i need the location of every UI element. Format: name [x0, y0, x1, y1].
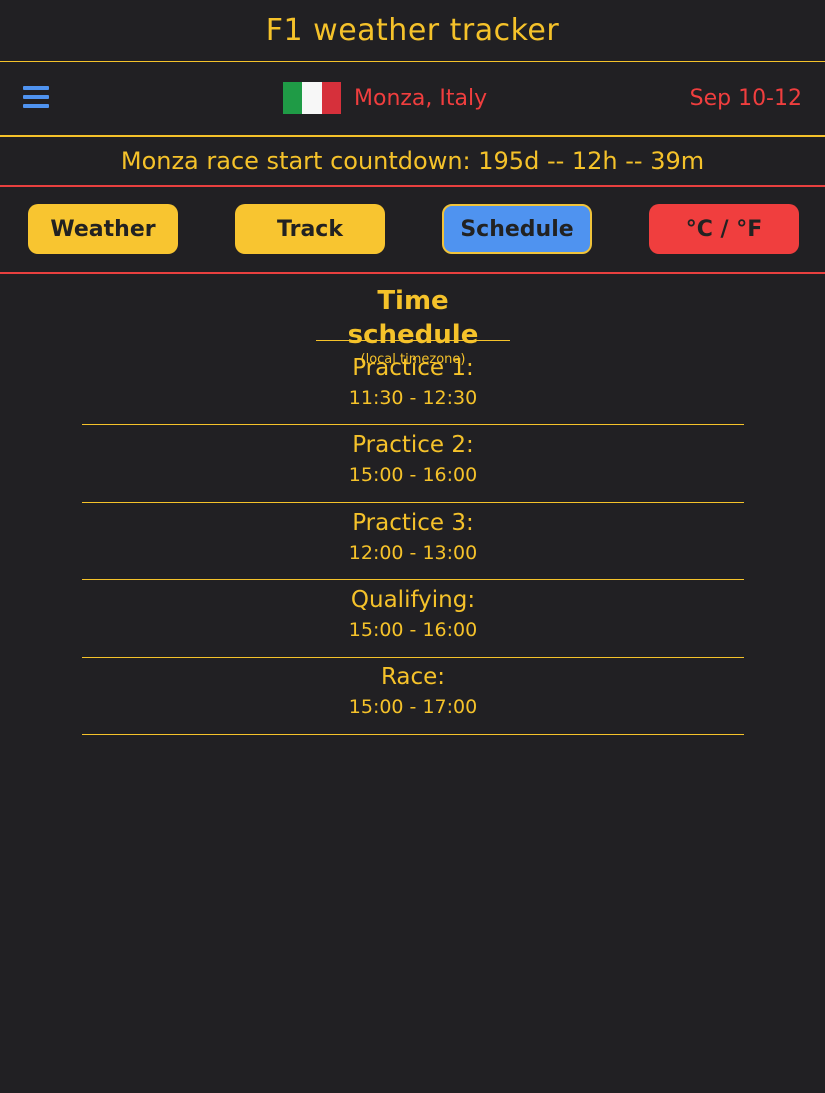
session-row: Race: 15:00 - 17:00: [82, 663, 744, 735]
location-name: Monza, Italy: [354, 85, 488, 111]
session-name: Race:: [380, 664, 446, 690]
session-name: Practice 1:: [352, 355, 474, 381]
session-row: Qualifying: 15:00 - 16:00: [82, 586, 744, 658]
session-row: Practice 2: 15:00 - 16:00: [82, 431, 744, 503]
title-bar: F1 weather tracker: [0, 0, 825, 62]
countdown-bar: Monza race start countdown: 195d -- 12h …: [0, 137, 825, 187]
session-row: Practice 3: 12:00 - 13:00: [82, 509, 744, 580]
schedule-title: Time schedule: [347, 286, 479, 350]
units-toggle-button[interactable]: °C / °F: [649, 204, 799, 254]
location-info: Monza, Italy: [283, 82, 487, 114]
app-title: F1 weather tracker: [265, 13, 560, 48]
session-time: 15:00 - 16:00: [348, 464, 478, 486]
tab-schedule[interactable]: Schedule: [442, 204, 592, 254]
race-countdown: Monza race start countdown: 195d -- 12h …: [120, 147, 705, 175]
hamburger-menu-icon[interactable]: [23, 86, 49, 110]
tabs-bar: Weather Track Schedule °C / °F: [0, 187, 825, 274]
menu-line-icon: [23, 95, 49, 99]
session-name: Practice 3:: [352, 510, 474, 536]
session-name: Qualifying:: [350, 587, 476, 613]
session-time: 11:30 - 12:30: [348, 387, 478, 409]
race-dates: Sep 10-12: [689, 86, 802, 111]
menu-line-icon: [23, 86, 49, 90]
session-time: 12:00 - 13:00: [348, 542, 478, 564]
schedule-header: Time schedule (local timezone): [316, 284, 510, 367]
session-row: Practice 1: 11:30 - 12:30: [82, 354, 744, 425]
tab-track[interactable]: Track: [235, 204, 385, 254]
session-time: 15:00 - 16:00: [348, 619, 478, 641]
app-root: F1 weather tracker Monza, Italy Sep 10-1…: [0, 0, 825, 1093]
session-name: Practice 2:: [352, 432, 474, 458]
menu-line-icon: [23, 104, 49, 108]
session-time: 15:00 - 17:00: [348, 696, 478, 718]
location-bar: Monza, Italy Sep 10-12: [0, 62, 825, 137]
tab-weather[interactable]: Weather: [28, 204, 178, 254]
italy-flag-icon: [283, 82, 341, 114]
